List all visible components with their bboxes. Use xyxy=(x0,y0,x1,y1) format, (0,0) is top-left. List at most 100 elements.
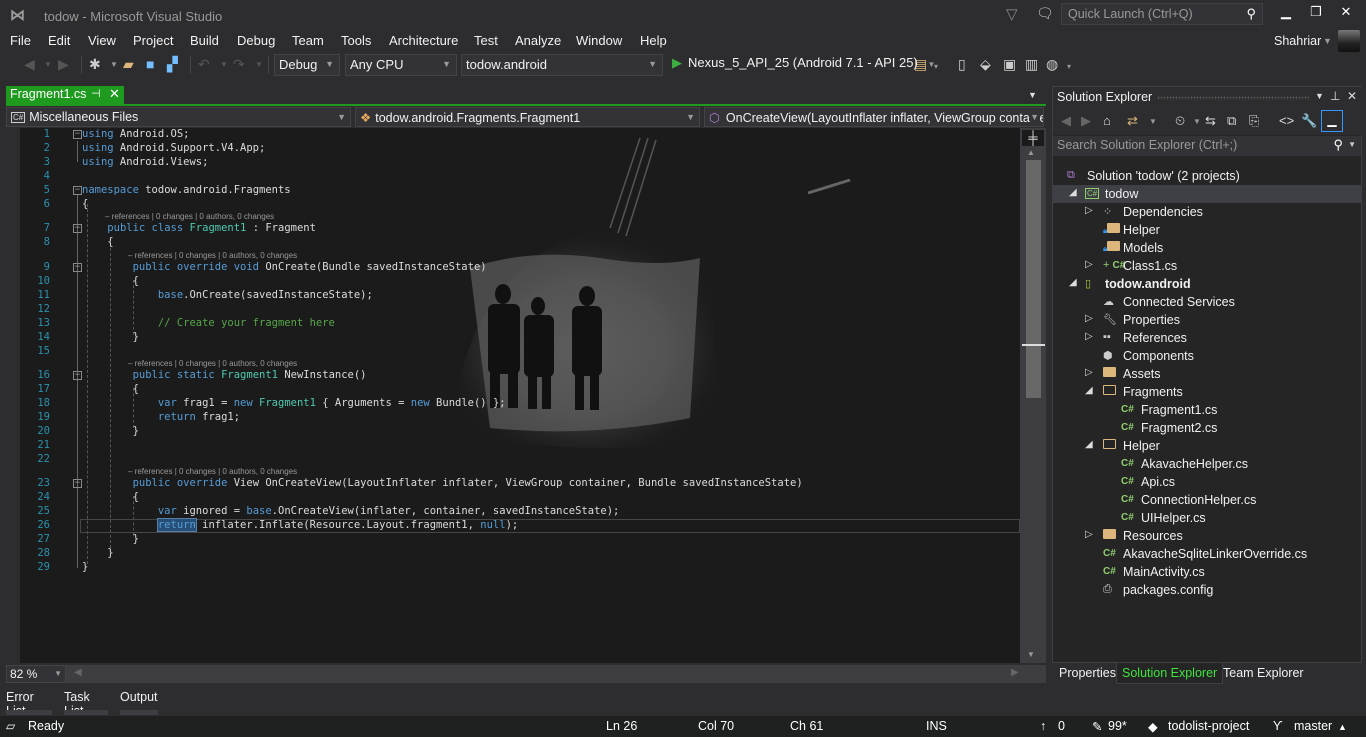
menu-tools[interactable]: Tools xyxy=(341,33,371,48)
navigate-forward-icon[interactable]: ▶ xyxy=(58,56,69,73)
code-editor[interactable]: 1− using Android.OS; 2 using Android.Suppo… xyxy=(20,128,1020,663)
chevron-down-icon[interactable]: ▼ xyxy=(255,60,263,69)
minimize-button[interactable]: ▁ xyxy=(1272,4,1300,24)
collapsed-arrow-icon[interactable]: ▷ xyxy=(1085,331,1093,342)
menu-debug[interactable]: Debug xyxy=(237,33,275,48)
window-position-icon[interactable]: ▼ xyxy=(1315,91,1324,101)
solution-explorer-search-input[interactable]: Search Solution Explorer (Ctrl+;) ⚲ ▼ xyxy=(1053,136,1361,156)
collapse-icon[interactable]: − xyxy=(73,371,82,380)
project-dropdown[interactable]: C# Miscellaneous Files ▼ xyxy=(6,107,351,127)
close-tab-icon[interactable]: ✕ xyxy=(109,86,120,102)
scroll-down-icon[interactable]: ▼ xyxy=(1027,650,1035,659)
tree-item[interactable]: ▷ 🔧︎ Properties xyxy=(1053,311,1361,329)
tab-team-explorer[interactable]: Team Explorer xyxy=(1218,663,1309,684)
collapse-icon[interactable]: − xyxy=(73,479,82,488)
branch-icon[interactable]: Ƴ xyxy=(1273,719,1283,733)
chevron-down-icon[interactable]: ▼ xyxy=(220,60,228,69)
redo-icon[interactable]: ↷ xyxy=(233,56,245,73)
chevron-down-icon[interactable]: ▼ xyxy=(927,60,935,69)
menu-analyze[interactable]: Analyze xyxy=(515,33,561,48)
close-window-button[interactable]: ✕ xyxy=(1332,4,1360,24)
solution-platform-select[interactable]: Any CPU ▼ xyxy=(345,54,457,76)
scrollbar-thumb[interactable] xyxy=(1026,160,1041,398)
tree-item[interactable]: ▷ + C# Class1.cs xyxy=(1053,257,1361,275)
show-all-files-icon[interactable]: ⎘ xyxy=(1249,113,1259,129)
collapsed-arrow-icon[interactable]: ▷ xyxy=(1085,367,1093,378)
close-icon[interactable]: ✕ xyxy=(1347,89,1357,103)
member-dropdown[interactable]: ⬡ OnCreateView(LayoutInflater inflater, V… xyxy=(704,107,1044,127)
undo-icon[interactable]: ↶ xyxy=(198,56,210,73)
avatar[interactable] xyxy=(1338,30,1360,52)
preview-selected-items-button[interactable]: ▁ xyxy=(1321,110,1343,132)
collapsed-arrow-icon[interactable]: ▷ xyxy=(1085,313,1093,324)
device-log-icon[interactable]: ▯ xyxy=(958,56,966,73)
chevron-up-icon[interactable]: ▲ xyxy=(1338,722,1347,732)
menu-build[interactable]: Build xyxy=(190,33,219,48)
menu-architecture[interactable]: Architecture xyxy=(389,33,458,48)
tab-task-list[interactable]: Task List xyxy=(64,690,108,718)
scroll-up-icon[interactable]: ▲ xyxy=(1027,148,1035,157)
tree-item[interactable]: C# AkavacheSqliteLinkerOverride.cs xyxy=(1053,545,1361,563)
scroll-right-icon[interactable]: ▶ xyxy=(1011,667,1019,678)
tabs-dropdown-icon[interactable]: ▼ xyxy=(1028,90,1037,100)
wrench-icon[interactable]: 🔧 xyxy=(1301,113,1317,129)
repository-name[interactable]: todolist-project xyxy=(1168,719,1249,733)
menu-project[interactable]: Project xyxy=(133,33,173,48)
pin-tab-icon[interactable]: ⊣ xyxy=(91,87,101,100)
collapse-all-icon[interactable]: ⧉ xyxy=(1227,113,1236,129)
tree-item[interactable]: C# Fragment2.cs xyxy=(1053,419,1361,437)
tree-item[interactable]: C# Api.cs xyxy=(1053,473,1361,491)
expanded-arrow-icon[interactable]: ◢ xyxy=(1069,187,1077,198)
branch-name[interactable]: master xyxy=(1294,719,1332,733)
collapse-icon[interactable]: − xyxy=(73,263,82,272)
tree-item[interactable]: ☁ Connected Services xyxy=(1053,293,1361,311)
tree-item[interactable]: 🔒︎ Helper xyxy=(1053,221,1361,239)
collapsed-arrow-icon[interactable]: ▷ xyxy=(1085,529,1093,540)
forward-icon[interactable]: ▶ xyxy=(1081,113,1091,129)
home-icon[interactable]: ⌂ xyxy=(1103,113,1111,128)
save-all-icon[interactable]: ▞ xyxy=(167,56,178,73)
chevron-down-icon[interactable]: ▼ xyxy=(44,60,52,69)
device-monitor-icon[interactable]: ▥ xyxy=(1025,56,1038,73)
tab-fragment1-cs[interactable]: Fragment1.cs ⊣ ✕ xyxy=(6,86,124,104)
tree-item[interactable]: ◢ ▯ todow.android xyxy=(1053,275,1361,293)
startup-project-select[interactable]: todow.android ▼ xyxy=(461,54,663,76)
toolbar-overflow-icon[interactable]: ▾ xyxy=(1067,62,1071,71)
collapse-icon[interactable]: − xyxy=(73,224,82,233)
tree-item[interactable]: ◢ Helper xyxy=(1053,437,1361,455)
split-window-icon[interactable]: ╪ xyxy=(1022,130,1044,146)
navigate-back-icon[interactable]: ◀ xyxy=(24,56,35,73)
expanded-arrow-icon[interactable]: ◢ xyxy=(1085,439,1093,450)
chevron-down-icon[interactable]: ▼ xyxy=(1323,36,1332,46)
chevron-down-icon[interactable]: ▼ xyxy=(1149,117,1157,126)
tab-output[interactable]: Output xyxy=(120,690,158,715)
chevron-down-icon[interactable]: ▼ xyxy=(110,60,118,69)
menu-view[interactable]: View xyxy=(88,33,116,48)
tab-solution-explorer[interactable]: Solution Explorer xyxy=(1116,663,1224,684)
open-file-icon[interactable]: ▰ xyxy=(123,56,134,73)
android-sdk-manager-icon[interactable]: ⬙ xyxy=(980,56,991,73)
tree-item[interactable]: C# AkavacheHelper.cs xyxy=(1053,455,1361,473)
back-icon[interactable]: ◀ xyxy=(1061,113,1071,129)
chevron-down-icon[interactable]: ▼ xyxy=(1348,140,1356,149)
tree-item[interactable]: 🔒︎ Models xyxy=(1053,239,1361,257)
pending-changes-count[interactable]: 99* xyxy=(1108,719,1127,733)
collapse-icon[interactable]: − xyxy=(73,186,82,195)
switch-views-icon[interactable]: ⇄ xyxy=(1127,113,1138,129)
tree-item[interactable]: C# MainActivity.cs xyxy=(1053,563,1361,581)
tab-error-list[interactable]: Error List xyxy=(6,690,52,718)
zoom-level-select[interactable]: 82 % ▼ xyxy=(6,665,66,683)
view-code-icon[interactable]: <> xyxy=(1279,113,1294,128)
pending-changes-filter-icon[interactable]: ⏲ xyxy=(1175,113,1185,129)
tree-item[interactable]: ▷ Resources xyxy=(1053,527,1361,545)
quick-launch-input[interactable]: Quick Launch (Ctrl+Q) ⚲ xyxy=(1061,3,1263,25)
tree-item[interactable]: ◢ Fragments xyxy=(1053,383,1361,401)
xamarin-profiler-icon[interactable]: ◍ xyxy=(1046,56,1058,73)
collapsed-arrow-icon[interactable]: ▷ xyxy=(1085,205,1093,216)
drag-handle[interactable] xyxy=(1157,96,1309,100)
notifications-filter-icon[interactable]: ▽ xyxy=(1006,5,1018,23)
solution-configuration-select[interactable]: Debug ▼ xyxy=(274,54,340,76)
start-debugging-button[interactable]: ▶ Nexus_5_API_25 (Android 7.1 - API 25) ▼ xyxy=(672,55,935,71)
chevron-down-icon[interactable]: ▼ xyxy=(1193,117,1201,126)
editor-horizontal-scrollbar[interactable]: 82 % ▼ ◀ ▶ xyxy=(6,665,1046,683)
